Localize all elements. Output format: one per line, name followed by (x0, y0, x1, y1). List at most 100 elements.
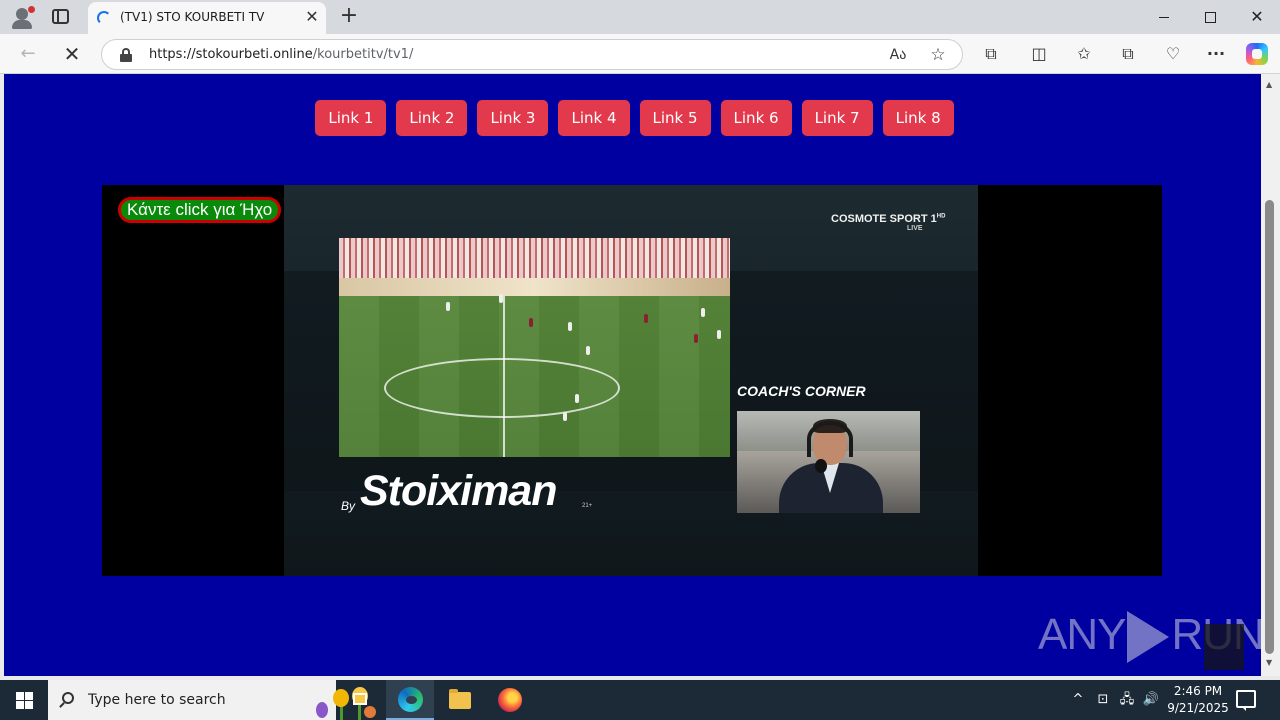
link-button-4[interactable]: Link 4 (558, 100, 630, 136)
page-viewport: Link 1 Link 2 Link 3 Link 4 Link 5 Link … (4, 74, 1261, 676)
scroll-thumb[interactable] (1265, 200, 1274, 654)
tab-close-icon[interactable]: ✕ (302, 7, 322, 27)
search-icon (62, 692, 74, 704)
notification-center-icon[interactable] (1236, 690, 1256, 711)
page-scrollbar[interactable]: ▲ ▼ (1261, 74, 1280, 676)
browser-essentials-icon[interactable]: ♡ (1162, 43, 1184, 65)
address-bar[interactable]: https://stokourbeti.online/kourbetitv/tv… (101, 39, 963, 70)
more-menu-icon[interactable]: ··· (1205, 43, 1227, 65)
read-aloud-icon[interactable]: Aა (888, 46, 908, 64)
age-restriction: 21+ (582, 503, 593, 509)
link-bar: Link 1 Link 2 Link 3 Link 4 Link 5 Link … (4, 100, 1261, 136)
link-button-2[interactable]: Link 2 (396, 100, 468, 136)
coach-corner-feed (737, 411, 920, 513)
sponsor-logo: Stoiximan (360, 467, 557, 515)
system-clock[interactable]: 2:46 PM 9/21/2025 (1163, 683, 1233, 717)
footballer (575, 394, 579, 403)
collections-icon[interactable]: ⧉ (1117, 43, 1139, 65)
tab-actions-icon[interactable] (52, 9, 69, 24)
windows-logo-icon (16, 701, 24, 709)
url-host: https://stokourbeti.online (149, 47, 313, 62)
windows-logo-icon (16, 692, 24, 700)
taskbar-edge-button[interactable] (386, 680, 434, 720)
add-favorite-icon[interactable]: ☆ (928, 46, 948, 64)
enable-sound-button[interactable]: Κάντε click για Ήχο (118, 197, 282, 223)
lock-body (120, 54, 132, 62)
loading-spinner-icon (97, 11, 111, 25)
folder-icon (449, 689, 471, 709)
coach-corner-label: COACH'S CORNER (737, 383, 866, 399)
video-player[interactable]: COSMOTE SPORT 1HD LIVE By Stoiximan 21+ … (102, 185, 1162, 576)
footballer (529, 318, 533, 327)
headset-icon (807, 421, 853, 457)
minimize-button[interactable] (1149, 4, 1179, 30)
profile-head (16, 8, 28, 20)
defender-icon[interactable]: ⊡ (1094, 680, 1112, 720)
footballer (586, 346, 590, 355)
profile-notification-dot (28, 6, 35, 13)
start-button[interactable] (0, 680, 48, 720)
search-placeholder: Type here to search (88, 692, 226, 708)
link-button-5[interactable]: Link 5 (639, 100, 711, 136)
broadcaster-hd: HD (936, 213, 946, 220)
taskbar-file-explorer-button[interactable] (436, 680, 484, 720)
scroll-down-icon[interactable]: ▼ (1266, 658, 1272, 667)
windows-taskbar: Type here to search ^ ⊡ 🖧 🔊 2:46 PM 9/21… (0, 680, 1280, 720)
footballer (644, 314, 648, 323)
clock-time: 2:46 PM (1173, 684, 1223, 698)
clock-date: 9/21/2025 (1167, 701, 1229, 715)
broadcaster-live: LIVE (907, 225, 923, 232)
link-button-7[interactable]: Link 7 (801, 100, 873, 136)
lock-icon[interactable] (120, 48, 132, 62)
footballer (717, 330, 721, 339)
new-tab-button[interactable]: + (338, 4, 360, 28)
video-frame: COSMOTE SPORT 1HD LIVE By Stoiximan 21+ … (284, 185, 978, 576)
broadcaster-logo: COSMOTE SPORT 1HD (831, 213, 945, 225)
microphone-icon (815, 459, 827, 473)
stop-loading-button[interactable]: ✕ (60, 42, 84, 66)
sponsor-by: By (341, 499, 356, 513)
show-hidden-icons[interactable]: ^ (1068, 680, 1088, 720)
url-path: /kourbetitv/tv1/ (312, 47, 414, 62)
overlay-box (1204, 624, 1244, 670)
windows-logo-icon (25, 701, 33, 709)
network-icon[interactable]: 🖧 (1118, 680, 1136, 720)
broadcaster-name: COSMOTE SPORT 1 (831, 213, 937, 225)
profile-icon[interactable] (9, 6, 35, 30)
firefox-icon (498, 688, 522, 712)
tab-title: (TV1) STO KOURBETI TV (120, 10, 265, 24)
taskbar-search[interactable]: Type here to search (48, 680, 376, 720)
footballer (499, 294, 503, 303)
link-button-8[interactable]: Link 8 (882, 100, 954, 136)
maximize-button[interactable] (1195, 4, 1225, 30)
task-view-button[interactable] (336, 680, 384, 720)
match-feed (339, 238, 730, 457)
footballer (446, 302, 450, 311)
browser-tab-active[interactable]: (TV1) STO KOURBETI TV ✕ (88, 2, 326, 34)
footballer (568, 322, 572, 331)
ad-boards (339, 278, 730, 296)
windows-logo-icon (25, 692, 33, 700)
footballer (563, 412, 567, 421)
play-triangle-icon (1127, 611, 1170, 664)
volume-icon[interactable]: 🔊 (1141, 680, 1161, 720)
scroll-up-icon[interactable]: ▲ (1266, 80, 1272, 89)
taskbar-firefox-button[interactable] (486, 680, 534, 720)
split-screen-icon[interactable]: ◫ (1028, 43, 1050, 65)
extensions-icon[interactable]: ⧉ (980, 43, 1002, 65)
link-button-6[interactable]: Link 6 (720, 100, 792, 136)
url-text[interactable]: https://stokourbeti.online/kourbetitv/tv… (149, 47, 413, 62)
link-button-3[interactable]: Link 3 (477, 100, 549, 136)
window-close-button[interactable]: ✕ (1242, 4, 1272, 30)
edge-icon (398, 687, 423, 712)
footballer (701, 308, 705, 317)
link-button-1[interactable]: Link 1 (315, 100, 387, 136)
footballer (694, 334, 698, 343)
favorites-icon[interactable]: ✩ (1073, 43, 1095, 65)
copilot-icon[interactable] (1246, 43, 1268, 65)
watermark-left: ANY (1038, 610, 1126, 659)
task-view-icon (353, 693, 367, 705)
browser-toolbar: ← ✕ https://stokourbeti.online/kourbetit… (0, 34, 1280, 74)
back-button[interactable]: ← (16, 42, 40, 66)
tab-strip: (TV1) STO KOURBETI TV ✕ + ✕ (0, 0, 1280, 34)
